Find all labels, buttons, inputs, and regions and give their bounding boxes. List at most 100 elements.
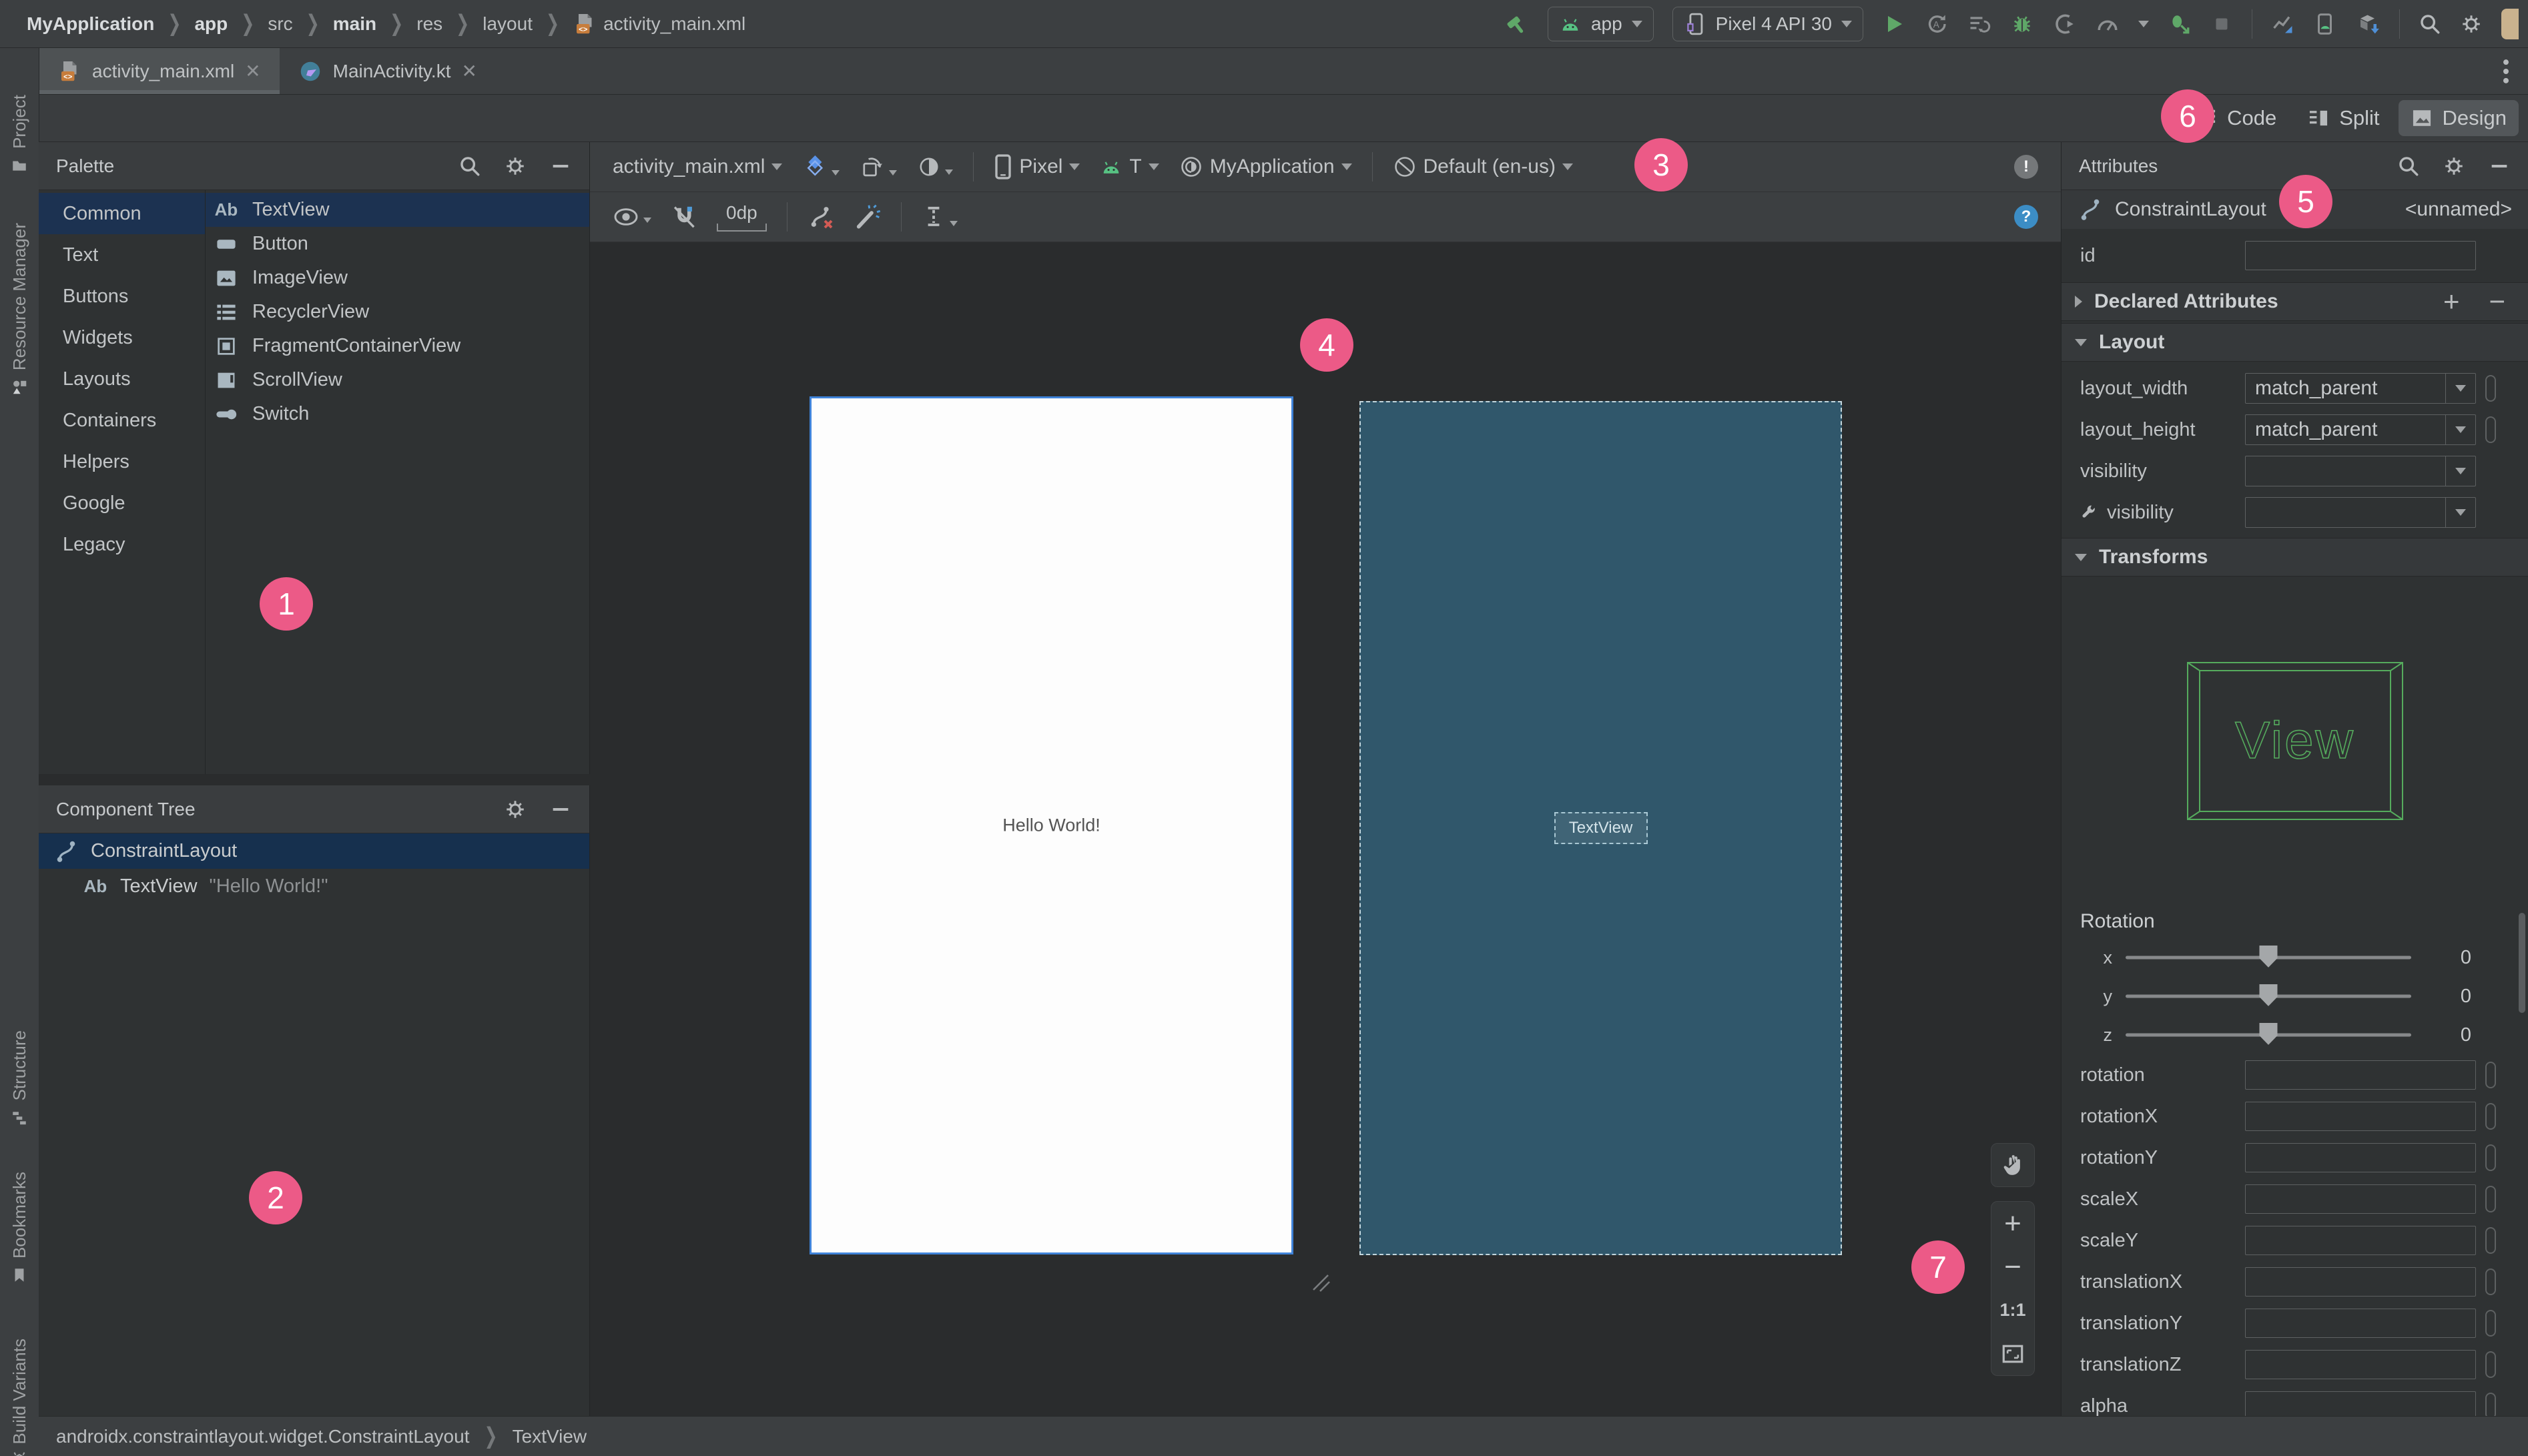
attach-profiler-icon[interactable] xyxy=(2053,12,2077,36)
scrollbar-thumb[interactable] xyxy=(2519,913,2525,1013)
palette-category-helpers[interactable]: Helpers xyxy=(39,441,205,482)
tree-item-constraintlayout[interactable]: ConstraintLayout xyxy=(39,833,589,869)
layout-section[interactable]: Layout xyxy=(2062,323,2528,362)
breadcrumb-item[interactable]: app xyxy=(194,13,228,35)
build-hammer-icon[interactable] xyxy=(1505,12,1529,36)
rotation-slider-y[interactable] xyxy=(2126,977,2411,1016)
view-options-select[interactable] xyxy=(613,207,651,227)
add-attribute-button[interactable]: + xyxy=(2443,286,2460,318)
hide-panel-icon[interactable] xyxy=(549,155,572,177)
locale-select[interactable]: Default (en-us) xyxy=(1393,155,1573,179)
sidebar-item-project[interactable]: Project xyxy=(0,95,39,174)
attribute-input-rotationX[interactable] xyxy=(2245,1102,2476,1131)
layout-inspector-icon[interactable] xyxy=(2271,12,2295,36)
tab-activity-main-xml[interactable]: <> activity_main.xml ✕ xyxy=(39,48,280,94)
sidebar-item-build-variants[interactable]: Build Variants xyxy=(0,1339,39,1456)
palette-component-button[interactable]: Button xyxy=(206,227,589,261)
slider-thumb[interactable] xyxy=(2259,984,2278,1006)
breadcrumb-item[interactable]: MyApplication xyxy=(27,13,154,35)
id-input[interactable] xyxy=(2245,241,2476,270)
breadcrumb-item[interactable]: main xyxy=(333,13,376,35)
zoom-out-button[interactable]: − xyxy=(1991,1245,2034,1289)
autoconnect-toggle[interactable] xyxy=(671,204,697,230)
breadcrumb-item[interactable]: <> activity_main.xml xyxy=(573,12,745,36)
design-view-phone[interactable]: Hello World! xyxy=(810,396,1293,1254)
sidebar-item-resource-manager[interactable]: Resource Manager xyxy=(0,223,39,396)
canvas-resize-grip[interactable] xyxy=(1308,1270,1331,1293)
apply-changes-icon[interactable] xyxy=(1967,12,1991,36)
sidebar-item-structure[interactable]: Structure xyxy=(0,1030,39,1126)
search-icon[interactable] xyxy=(2397,155,2420,177)
palette-category-containers[interactable]: Containers xyxy=(39,400,205,441)
logcat-android-icon[interactable] xyxy=(0,1448,39,1456)
zoom-actual-button[interactable]: 1:1 xyxy=(1991,1289,2034,1332)
gear-icon[interactable] xyxy=(2443,155,2465,177)
attribute-input-scaleY[interactable] xyxy=(2245,1226,2476,1255)
resource-pill-toggle[interactable] xyxy=(2485,1351,2496,1378)
avatar[interactable] xyxy=(2501,8,2519,39)
transforms-section[interactable]: Transforms xyxy=(2062,538,2528,577)
gear-icon[interactable] xyxy=(504,798,527,821)
attribute-value-dropdown[interactable] xyxy=(2245,497,2476,528)
palette-component-recyclerview[interactable]: RecyclerView xyxy=(206,295,589,329)
night-mode-select[interactable] xyxy=(917,155,954,179)
theme-select[interactable]: MyApplication xyxy=(1179,155,1352,179)
help-icon[interactable]: ? xyxy=(2014,205,2038,229)
attach-debugger-icon[interactable] xyxy=(2168,12,2192,36)
sidebar-item-bookmarks[interactable]: Bookmarks xyxy=(0,1172,39,1284)
device-for-preview-select[interactable]: Pixel xyxy=(994,153,1080,180)
sdk-manager-icon[interactable] xyxy=(2356,12,2381,36)
device-select[interactable]: Pixel 4 API 30 xyxy=(1672,6,1863,41)
infer-constraints-button[interactable] xyxy=(854,204,881,230)
palette-category-legacy[interactable]: Legacy xyxy=(39,524,205,565)
resource-pill-toggle[interactable] xyxy=(2485,1268,2496,1295)
zoom-in-button[interactable]: + xyxy=(1991,1202,2034,1245)
debug-button[interactable] xyxy=(2010,12,2034,36)
palette-component-textview[interactable]: Ab TextView xyxy=(206,193,589,227)
resource-pill-toggle[interactable] xyxy=(2485,1144,2496,1171)
attribute-input-translationX[interactable] xyxy=(2245,1267,2476,1297)
chevron-down-icon[interactable] xyxy=(2445,374,2475,403)
rotation-slider-z[interactable] xyxy=(2126,1016,2411,1054)
slider-thumb[interactable] xyxy=(2259,1022,2278,1045)
hide-panel-icon[interactable] xyxy=(549,798,572,821)
blueprint-textview[interactable]: TextView xyxy=(1554,812,1648,844)
attribute-value-dropdown[interactable]: match_parent xyxy=(2245,373,2476,404)
chevron-down-icon[interactable] xyxy=(2138,20,2149,27)
palette-category-widgets[interactable]: Widgets xyxy=(39,317,205,358)
settings-gear-icon[interactable] xyxy=(2460,13,2483,35)
search-everywhere-icon[interactable] xyxy=(2419,13,2441,35)
device-manager-icon[interactable] xyxy=(2314,12,2338,36)
rotation-slider-x[interactable] xyxy=(2126,938,2411,977)
attribute-input-translationZ[interactable] xyxy=(2245,1350,2476,1379)
breadcrumb-item[interactable]: src xyxy=(268,13,292,35)
restart-activity-icon[interactable]: A xyxy=(1925,12,1949,36)
pack-align-select[interactable] xyxy=(922,204,958,230)
resource-pill-toggle[interactable] xyxy=(2485,1062,2496,1088)
design-blueprint-select[interactable] xyxy=(802,154,840,179)
palette-category-buttons[interactable]: Buttons xyxy=(39,276,205,317)
declared-attributes-section[interactable]: Declared Attributes + − xyxy=(2062,282,2528,321)
close-icon[interactable]: ✕ xyxy=(245,60,260,82)
resource-pill-toggle[interactable] xyxy=(2485,1227,2496,1254)
run-configuration-select[interactable]: app xyxy=(1547,6,1654,41)
layout-file-select[interactable]: activity_main.xml xyxy=(613,155,783,178)
attribute-value-dropdown[interactable]: match_parent xyxy=(2245,414,2476,445)
close-icon[interactable]: ✕ xyxy=(462,60,477,82)
zoom-fit-button[interactable] xyxy=(1991,1332,2034,1375)
run-button[interactable] xyxy=(1882,12,1906,36)
resource-pill-toggle[interactable] xyxy=(2485,375,2496,402)
chevron-down-icon[interactable] xyxy=(2445,498,2475,527)
palette-category-common[interactable]: Common xyxy=(39,193,205,234)
palette-category-text[interactable]: Text xyxy=(39,234,205,276)
remove-attribute-button[interactable]: − xyxy=(2489,286,2505,318)
slider-thumb[interactable] xyxy=(2259,945,2278,968)
stop-button[interactable] xyxy=(2210,13,2233,35)
tree-item-textview[interactable]: Ab TextView "Hello World!" xyxy=(39,869,589,904)
status-path-item[interactable]: androidx.constraintlayout.widget.Constra… xyxy=(56,1426,469,1447)
chevron-down-icon[interactable] xyxy=(2445,415,2475,444)
profiler-icon[interactable] xyxy=(2096,12,2120,36)
resource-pill-toggle[interactable] xyxy=(2485,1103,2496,1130)
palette-component-switch[interactable]: Switch xyxy=(206,397,589,431)
search-icon[interactable] xyxy=(458,155,481,177)
